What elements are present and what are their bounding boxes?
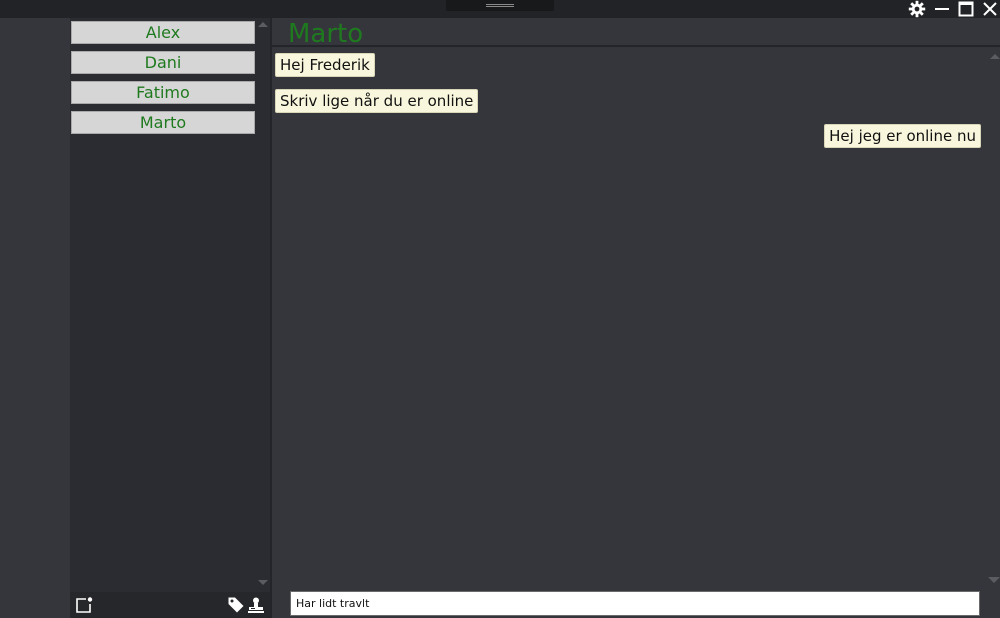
message-input-wrapper (290, 591, 980, 616)
window-drag-handle[interactable] (446, 0, 554, 11)
title-bar (0, 0, 1000, 18)
message-list: Hej Frederik Skriv lige når du er online… (272, 49, 1000, 589)
message-bubble: Skriv lige når du er online (275, 89, 479, 113)
gear-icon[interactable] (906, 0, 928, 18)
left-rail (0, 18, 70, 618)
maximize-icon[interactable] (955, 0, 977, 18)
tag-icon[interactable] (227, 596, 245, 614)
contact-button-dani[interactable]: Dani (71, 51, 255, 74)
contacts-scroll-down-arrow[interactable] (258, 580, 268, 585)
chat-panel: Marto Hej Frederik Skriv lige når du er … (272, 18, 1000, 618)
contacts-footer (70, 592, 270, 618)
grip-line (486, 6, 514, 7)
contacts-panel: Alex Dani Fatimo Marto (70, 18, 270, 618)
close-icon[interactable] (979, 0, 1000, 18)
grip-line (486, 4, 514, 5)
contact-button-alex[interactable]: Alex (71, 21, 255, 44)
minimize-icon[interactable] (931, 0, 953, 18)
chat-scroll-down-arrow[interactable] (988, 577, 1000, 583)
chat-app-window: Alex Dani Fatimo Marto Marto Hej Frederi… (0, 0, 1000, 618)
new-chat-icon[interactable] (75, 596, 93, 614)
message-bubble: Hej Frederik (275, 53, 375, 77)
contact-button-fatimo[interactable]: Fatimo (71, 81, 255, 104)
message-input[interactable] (290, 591, 980, 616)
message-bubble: Hej jeg er online nu (824, 124, 981, 148)
chat-header: Marto (272, 18, 1000, 49)
contacts-scroll-up-arrow[interactable] (258, 22, 268, 27)
chat-title: Marto (288, 19, 364, 49)
user-stamp-icon[interactable] (247, 596, 265, 614)
contact-button-marto[interactable]: Marto (71, 111, 255, 134)
chat-scroll-up-arrow[interactable] (990, 54, 1000, 59)
